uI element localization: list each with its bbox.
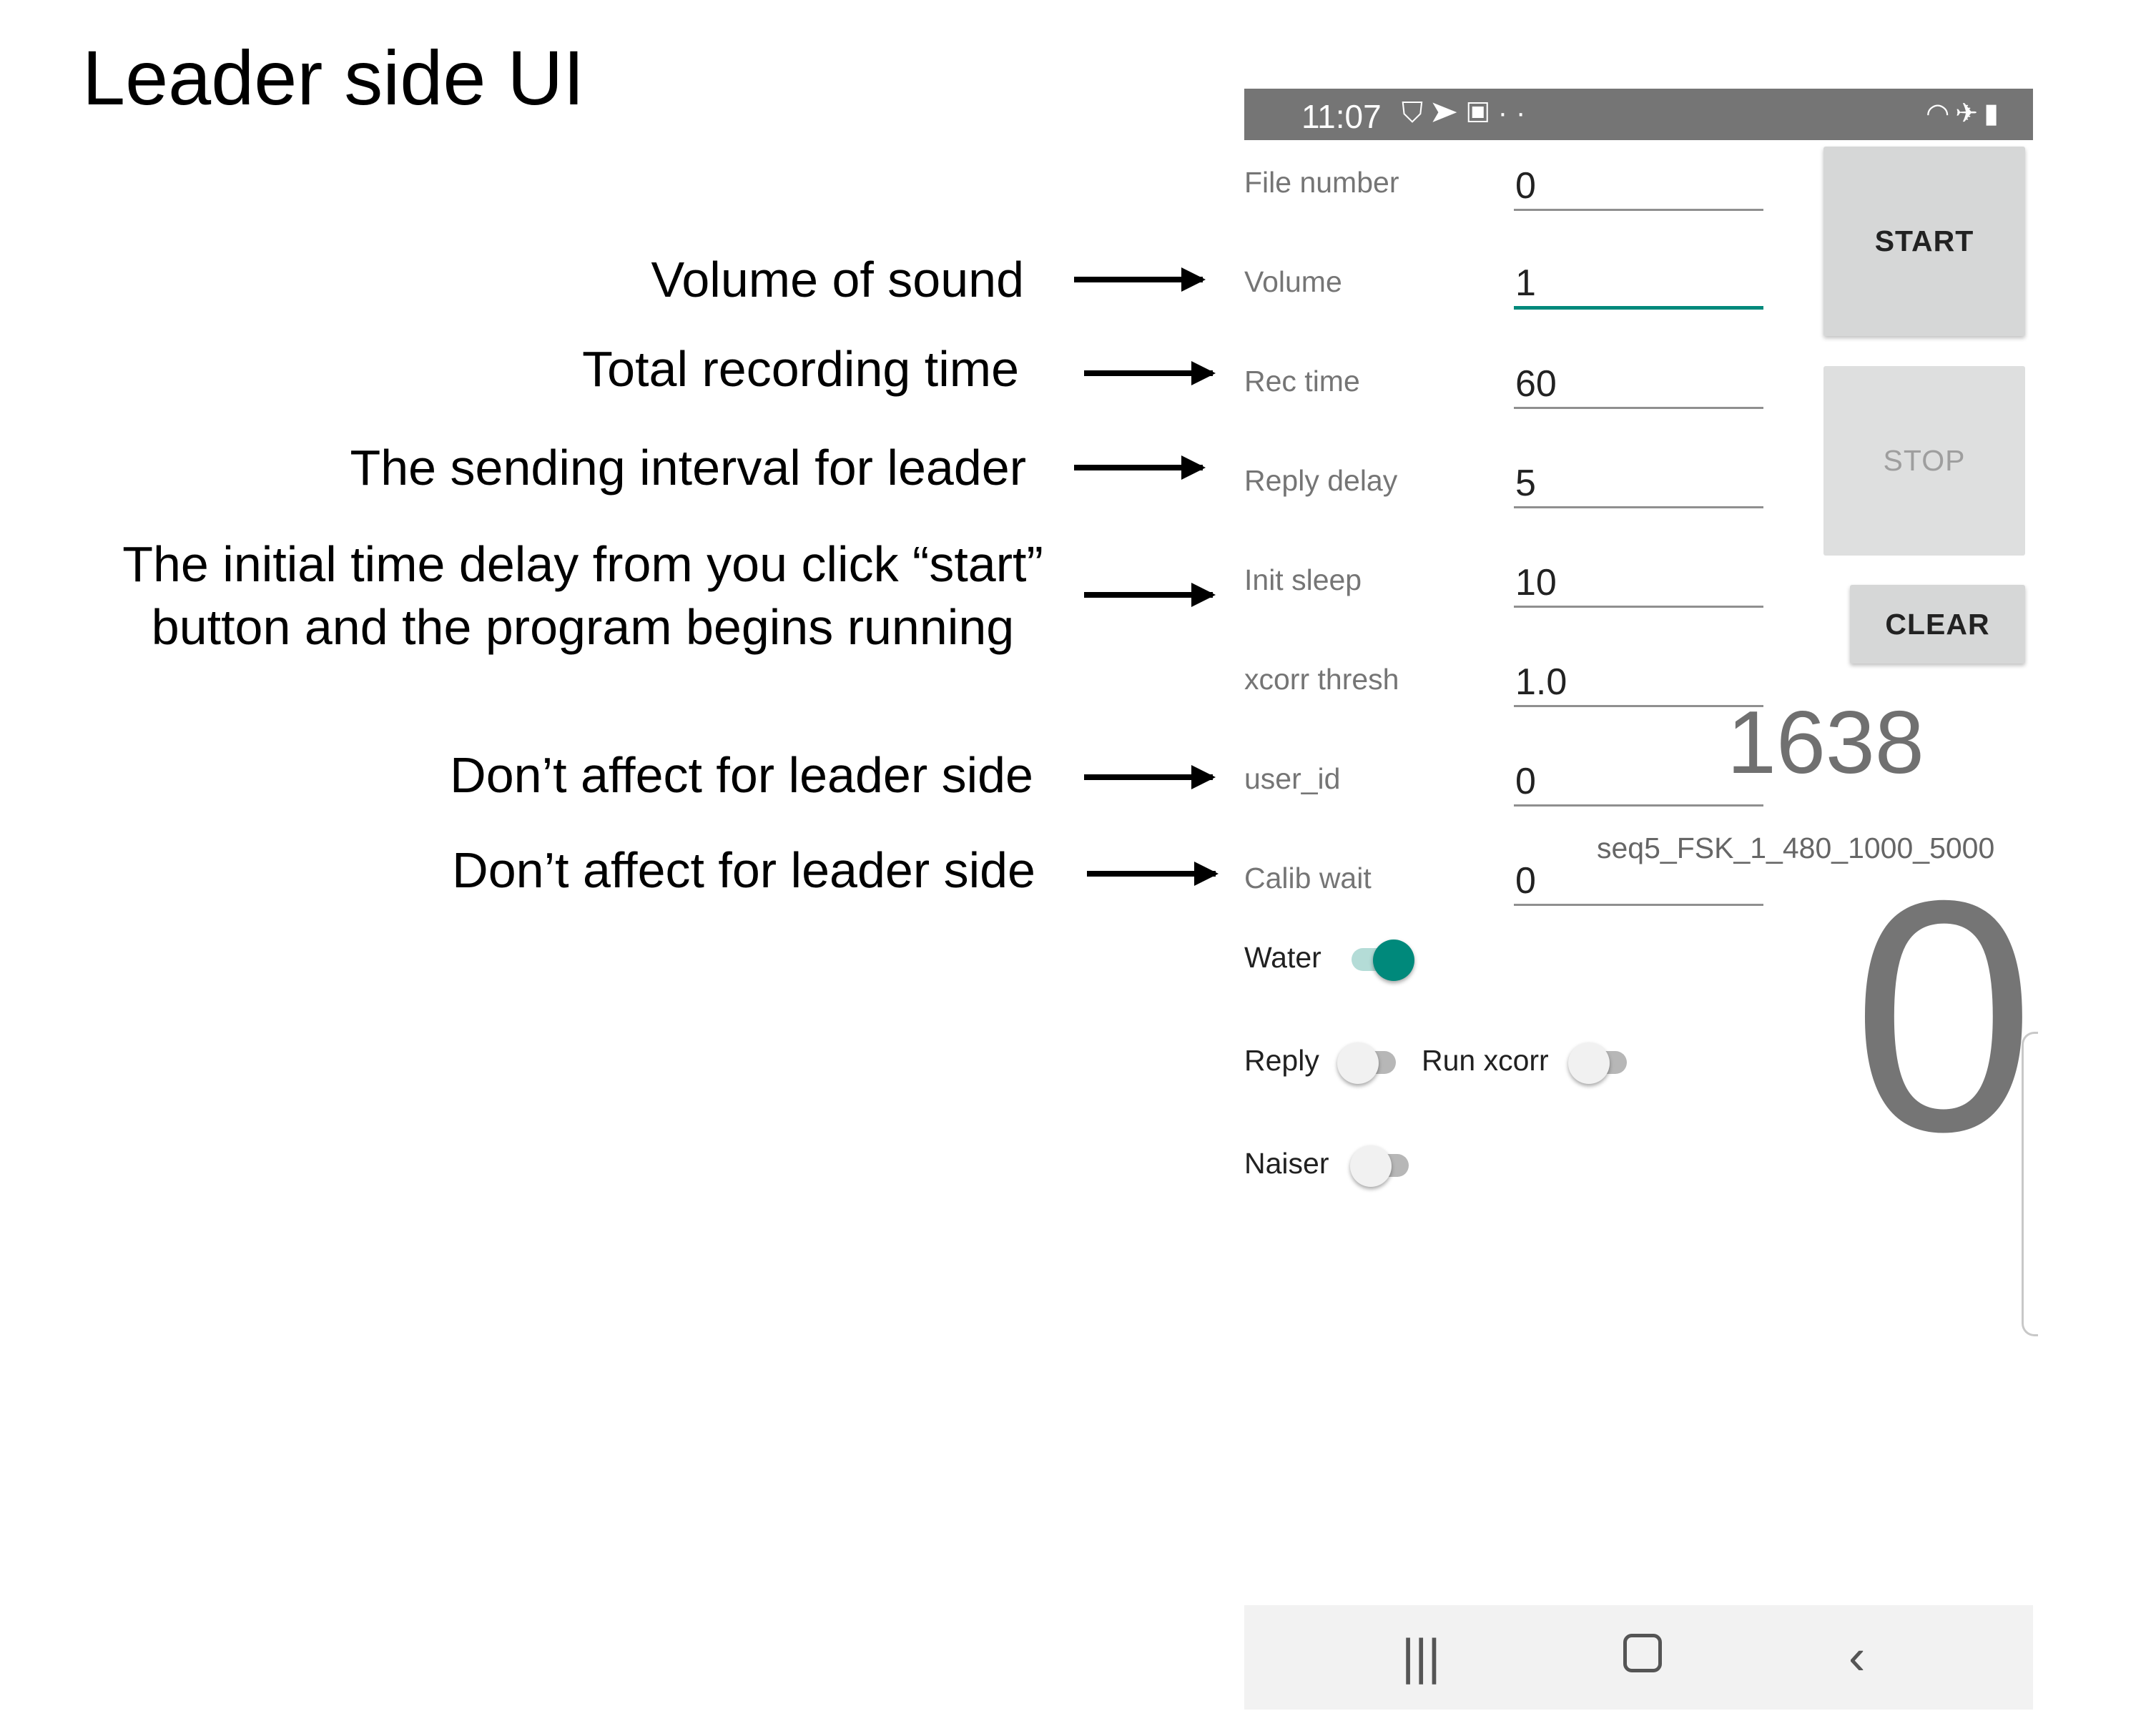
status-left-icons: ⛉➤▣··: [1402, 97, 1534, 129]
naiser-label: Naiser: [1244, 1147, 1329, 1180]
slide-title: Leader side UI: [82, 34, 585, 121]
more-dots-icon: ··: [1497, 97, 1535, 129]
reply-delay-input[interactable]: [1514, 460, 1763, 508]
reply-switch-thumb: [1337, 1042, 1379, 1084]
reply-label: Reply: [1244, 1044, 1319, 1077]
reply-switch[interactable]: [1337, 1042, 1396, 1084]
run-xcorr-switch-thumb: [1568, 1042, 1610, 1084]
edge-panel-handle[interactable]: [2022, 1032, 2038, 1336]
start-button[interactable]: START: [1823, 147, 2025, 336]
battery-charging-icon: ▮: [1984, 99, 2004, 129]
water-switch[interactable]: [1352, 940, 1414, 981]
arrow-calib-wait: [1087, 862, 1219, 886]
stop-button[interactable]: STOP: [1823, 366, 2025, 556]
init-sleep-input[interactable]: [1514, 560, 1763, 608]
run-xcorr-label: Run xcorr: [1422, 1044, 1549, 1077]
run-xcorr-switch[interactable]: [1568, 1042, 1627, 1084]
file-number-label: File number: [1244, 166, 1399, 199]
user-id-input[interactable]: [1514, 759, 1763, 807]
arrow-init-sleep: [1084, 583, 1216, 607]
status-right-icons: ◠✈▮: [1926, 97, 2004, 129]
image-icon: ▣: [1466, 97, 1498, 129]
reply-delay-label: Reply delay: [1244, 464, 1398, 497]
volume-input[interactable]: [1514, 260, 1763, 310]
xcorr-thresh-label: xcorr thresh: [1244, 663, 1399, 696]
arrow-volume: [1074, 267, 1206, 292]
wifi-icon: ◠: [1926, 99, 1956, 129]
navigation-bar: ||| ‹: [1244, 1605, 2033, 1710]
water-switch-thumb: [1373, 940, 1414, 981]
annotation-calib-wait: Don’t affect for leader side: [452, 842, 1035, 898]
annotation-init-sleep-line1: The initial time delay from you click “s…: [122, 536, 1043, 592]
counter-display: 1638: [1727, 694, 1924, 792]
naiser-switch[interactable]: [1350, 1145, 1409, 1187]
rec-time-input[interactable]: [1514, 361, 1763, 409]
xcorr-thresh-input[interactable]: [1514, 659, 1763, 707]
home-icon[interactable]: [1623, 1634, 1662, 1672]
annotation-init-sleep-line2: button and the program begins running: [151, 599, 1015, 656]
water-label: Water: [1244, 941, 1321, 974]
annotation-volume: Volume of sound: [651, 252, 1024, 307]
file-number-input[interactable]: [1514, 163, 1763, 211]
naiser-switch-thumb: [1350, 1145, 1392, 1187]
shield-icon: ⛉: [1402, 97, 1432, 129]
airplane-icon: ✈: [1955, 99, 1984, 129]
status-bar: 11:07 ⛉➤▣·· ◠✈▮: [1244, 89, 2033, 140]
recent-apps-icon[interactable]: |||: [1402, 1628, 1441, 1685]
annotation-reply-delay: The sending interval for leader: [350, 440, 1026, 495]
annotation-rec-time: Total recording time: [582, 341, 1019, 397]
init-sleep-label: Init sleep: [1244, 563, 1362, 596]
calib-wait-label: Calib wait: [1244, 862, 1372, 894]
user-id-label: user_id: [1244, 762, 1341, 795]
arrow-rec-time: [1084, 361, 1216, 385]
rec-time-label: Rec time: [1244, 365, 1360, 398]
clear-button[interactable]: CLEAR: [1850, 585, 2025, 664]
arrow-reply-delay: [1074, 455, 1206, 480]
back-icon[interactable]: ‹: [1849, 1628, 1865, 1685]
arrow-user-id: [1084, 765, 1216, 789]
annotation-user-id: Don’t affect for leader side: [450, 747, 1033, 803]
calib-wait-input[interactable]: [1514, 858, 1763, 906]
annotation-init-sleep: The initial time delay from you click “s…: [89, 533, 1076, 659]
volume-label: Volume: [1244, 265, 1342, 298]
send-icon: ➤: [1432, 97, 1467, 129]
big-value-display: 0: [1852, 833, 2035, 1200]
status-time: 11:07: [1301, 98, 1382, 135]
